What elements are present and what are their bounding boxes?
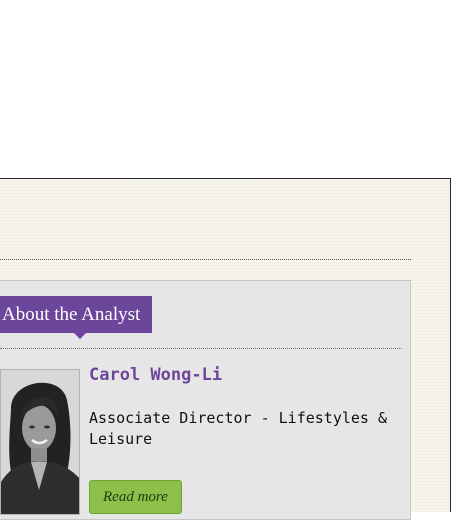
read-more-button[interactable]: Read more — [89, 480, 182, 514]
about-analyst-box: About the Analyst Carol Wong-Li Associat… — [0, 280, 411, 520]
page-panel: About the Analyst Carol Wong-Li Associat… — [0, 178, 451, 520]
analyst-title: Associate Director - Lifestyles & Leisur… — [89, 409, 388, 448]
section-heading-tab: About the Analyst — [0, 296, 153, 339]
analyst-name[interactable]: Carol Wong-Li — [89, 365, 222, 385]
heading-divider — [0, 348, 402, 349]
analyst-photo — [0, 369, 80, 515]
dotted-divider — [0, 259, 411, 260]
portrait-image — [1, 370, 79, 514]
